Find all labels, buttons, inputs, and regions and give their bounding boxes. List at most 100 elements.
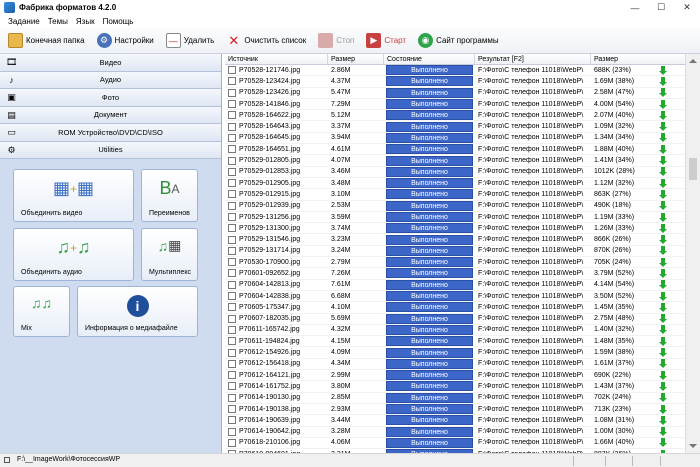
table-row[interactable]: P70529-012805.jpg 4.07M Выполнено F:\Фото\С… (225, 155, 685, 167)
download-arrow-icon[interactable] (659, 280, 667, 290)
download-arrow-icon[interactable] (659, 415, 667, 425)
scroll-up-icon[interactable] (689, 59, 697, 63)
download-arrow-icon[interactable] (659, 178, 667, 188)
download-arrow-icon[interactable] (659, 325, 667, 335)
menu-help[interactable]: Помощь (103, 17, 134, 26)
table-row[interactable]: P70604-142813.jpg 7.61M Выполнено F:\Фото\С… (225, 279, 685, 291)
table-row[interactable]: P70528-164643.jpg 3.37M Выполнено F:\Фото\С… (225, 121, 685, 133)
table-row[interactable]: P70614-190639.jpg 3.44M Выполнено F:\Фото\С… (225, 415, 685, 427)
table-row[interactable]: P70529-012853.jpg 3.46M Выполнено F:\Фото\С… (225, 166, 685, 178)
table-row[interactable]: P70611-194824.jpg 4.15M Выполнено F:\Фото\С… (225, 336, 685, 348)
table-row[interactable]: P70530-170900.jpg 2.79M Выполнено F:\Фото\С… (225, 257, 685, 269)
stop-button[interactable]: Стоп (316, 30, 356, 52)
start-button[interactable]: ▶ Старт (364, 30, 408, 52)
scroll-down-icon[interactable] (689, 444, 697, 448)
download-arrow-icon[interactable] (659, 133, 667, 143)
download-arrow-icon[interactable] (659, 291, 667, 301)
table-row[interactable]: P70528-164645.jpg 3.94M Выполнено F:\Фото\С… (225, 132, 685, 145)
download-arrow-icon[interactable] (659, 88, 667, 98)
table-row[interactable]: P70529-131300.jpg 3.74M Выполнено F:\Фото\С… (225, 223, 685, 235)
minimize-button[interactable]: — (622, 0, 648, 15)
rename-tile[interactable]: BA Переименов (141, 169, 198, 222)
table-row[interactable]: P70529-012905.jpg 3.48M Выполнено F:\Фото\С… (225, 178, 685, 190)
join-audio-tile[interactable]: ♫ + ♫ Объединить аудио (13, 228, 134, 281)
table-row[interactable]: P70604-142838.jpg 6.68M Выполнено F:\Фото\С… (225, 291, 685, 303)
scroll-thumb[interactable] (689, 158, 697, 180)
download-arrow-icon[interactable] (659, 235, 667, 245)
mix-tile[interactable]: ♫♫ Mix (13, 286, 70, 337)
download-arrow-icon[interactable] (659, 381, 667, 391)
table-row[interactable]: P70529-131714.jpg 3.24M Выполнено F:\Фото\С… (225, 245, 685, 258)
clear-list-button[interactable]: ✕ Очистить список (224, 30, 308, 52)
category-document[interactable]: ▤ Документ (0, 106, 221, 124)
table-row[interactable]: P70528-164622.jpg 5.12M Выполнено F:\Фото\С… (225, 110, 685, 122)
category-video[interactable]: 🎞 Видео (0, 54, 221, 72)
download-arrow-icon[interactable] (659, 122, 667, 132)
table-row[interactable]: P70528-141846.jpg 7.29M Выполнено F:\Фото\С… (225, 99, 685, 111)
table-row[interactable]: P70528-123426.jpg 5.47M Выполнено F:\Фото\С… (225, 87, 685, 99)
download-arrow-icon[interactable] (659, 223, 667, 233)
download-arrow-icon[interactable] (659, 76, 667, 86)
table-row[interactable]: P70611-165742.jpg 4.32M Выполнено F:\Фото\С… (225, 324, 685, 337)
table-row[interactable]: P70601-092652.jpg 7.26M Выполнено F:\Фото\С… (225, 268, 685, 280)
table-row[interactable]: P70529-012939.jpg 2.53M Выполнено F:\Фото\С… (225, 200, 685, 212)
table-row[interactable]: P70607-182035.jpg 5.69M Выполнено F:\Фото\С… (225, 313, 685, 325)
table-row[interactable]: P70529-131256.jpg 3.59M Выполнено F:\Фото\С… (225, 212, 685, 224)
download-arrow-icon[interactable] (659, 438, 667, 448)
download-arrow-icon[interactable] (659, 201, 667, 211)
column-output-size[interactable]: Размер (591, 54, 669, 64)
download-arrow-icon[interactable] (659, 348, 667, 358)
table-row[interactable]: P70528-123424.jpg 4.37M Выполнено F:\Фото\С… (225, 76, 685, 88)
category-rom[interactable]: ▭ ROM Устройство\DVD\CD\ISO (0, 124, 221, 142)
vertical-scrollbar[interactable] (685, 54, 700, 453)
download-arrow-icon[interactable] (659, 144, 667, 154)
multiplex-tile[interactable]: ♫ ▦ Мультиплекс (141, 228, 198, 281)
download-arrow-icon[interactable] (659, 156, 667, 166)
output-folder-button[interactable]: Конечная папка (6, 30, 87, 52)
table-row[interactable]: P70528-121746.jpg 2.86M Выполнено F:\Фото\С… (225, 65, 685, 77)
download-arrow-icon[interactable] (659, 167, 667, 177)
table-row[interactable]: P70529-131546.jpg 3.23M Выполнено F:\Фото\С… (225, 234, 685, 246)
download-arrow-icon[interactable] (659, 314, 667, 324)
download-arrow-icon[interactable] (659, 427, 667, 437)
download-arrow-icon[interactable] (659, 99, 667, 109)
maximize-button[interactable]: ☐ (648, 0, 674, 15)
menu-task[interactable]: Задание (8, 17, 40, 26)
table-row[interactable]: P70614-190138.jpg 2.93M Выполнено F:\Фото\С… (225, 404, 685, 416)
status-checkbox[interactable] (4, 457, 10, 463)
column-source[interactable]: Источник (225, 54, 328, 64)
table-row[interactable]: P70614-190642.jpg 3.28M Выполнено F:\Фото\С… (225, 426, 685, 438)
website-button[interactable]: ◉ Сайт программы (416, 30, 500, 52)
settings-button[interactable]: ⚙ Настройки (95, 30, 156, 52)
remove-button[interactable]: — Удалить (164, 30, 217, 52)
download-arrow-icon[interactable] (659, 257, 667, 267)
media-info-tile[interactable]: i Информация о медиафайле (77, 286, 198, 337)
download-arrow-icon[interactable] (659, 336, 667, 346)
table-row[interactable]: P70528-164651.jpg 4.61M Выполнено F:\Фото\С… (225, 144, 685, 156)
download-arrow-icon[interactable] (659, 65, 667, 75)
download-arrow-icon[interactable] (659, 359, 667, 369)
category-photo[interactable]: ▣ Фото (0, 89, 221, 107)
download-arrow-icon[interactable] (659, 212, 667, 222)
download-arrow-icon[interactable] (659, 189, 667, 199)
table-row[interactable]: P70529-012915.jpg 3.10M Выполнено F:\Фото\С… (225, 189, 685, 201)
table-row[interactable]: P70605-175347.jpg 4.10M Выполнено F:\Фото\С… (225, 302, 685, 314)
category-audio[interactable]: ♪ Аудио (0, 71, 221, 89)
column-size[interactable]: Размер (328, 54, 384, 64)
table-row[interactable]: P70614-161752.jpg 3.80M Выполнено F:\Фото\С… (225, 381, 685, 393)
menu-themes[interactable]: Темы (48, 17, 68, 26)
table-row[interactable]: P70612-156418.jpg 4.34M Выполнено F:\Фото\С… (225, 358, 685, 371)
menu-language[interactable]: Язык (76, 17, 95, 26)
table-row[interactable]: P70612-154926.jpg 4.09M Выполнено F:\Фото\С… (225, 347, 685, 359)
table-row[interactable]: P70612-164121.jpg 2.99M Выполнено F:\Фото\С… (225, 370, 685, 382)
table-row[interactable]: P70614-190130.jpg 2.85M Выполнено F:\Фото\С… (225, 392, 685, 404)
join-video-tile[interactable]: ▦ + ▦ Объединить видео (13, 169, 134, 222)
close-button[interactable]: ✕ (674, 0, 700, 15)
download-arrow-icon[interactable] (659, 393, 667, 403)
download-arrow-icon[interactable] (659, 370, 667, 380)
table-row[interactable]: P70618-210106.jpg 4.06M Выполнено F:\Фото\С… (225, 437, 685, 450)
download-arrow-icon[interactable] (659, 268, 667, 278)
column-result[interactable]: Результат [F2] (475, 54, 591, 64)
download-arrow-icon[interactable] (659, 404, 667, 414)
column-state[interactable]: Состояние (384, 54, 475, 64)
